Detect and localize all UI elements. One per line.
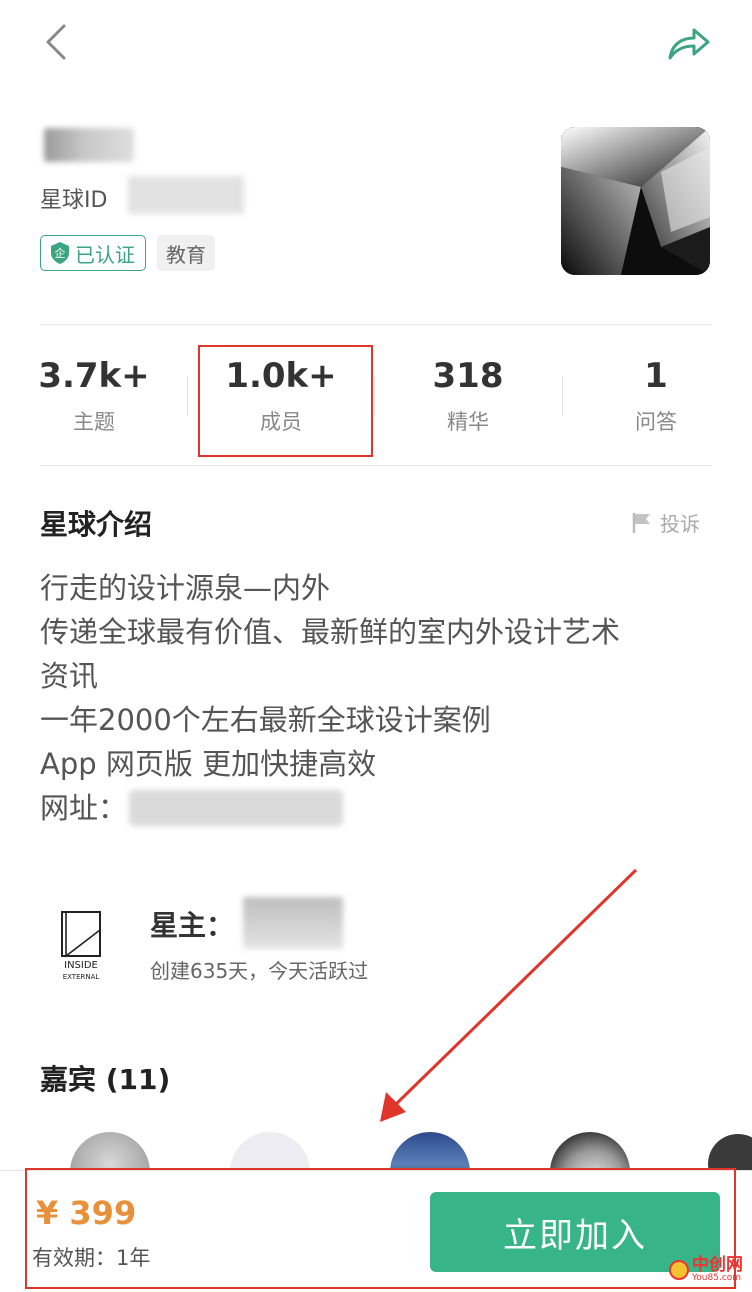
- watermark-subtext: You85.com: [692, 1273, 742, 1283]
- shield-icon: 企: [51, 242, 69, 264]
- intro-line: 传递全球最有价值、最新鲜的室内外设计艺术: [40, 615, 621, 649]
- verified-label: 已认证: [75, 242, 135, 267]
- stat-divider: [562, 376, 563, 416]
- divider: [40, 324, 712, 325]
- planet-name-blurred: [44, 128, 134, 162]
- stat-value: 3.7k+: [38, 356, 150, 396]
- stat-essence[interactable]: 318 精华: [378, 348, 558, 448]
- stat-value: 318: [432, 356, 504, 396]
- stat-divider: [374, 376, 375, 416]
- share-arrow-icon: [668, 28, 710, 60]
- owner-label: 星主：: [150, 909, 235, 942]
- svg-text:企: 企: [55, 246, 66, 260]
- stat-divider: [187, 376, 188, 416]
- verified-badge: 企 已认证: [40, 235, 146, 271]
- watermark-text: 中创网: [692, 1255, 743, 1275]
- back-chevron-icon: [46, 24, 66, 60]
- purchase-annotation-box: [25, 1168, 736, 1289]
- owner-logo-subtext: EXTERNAL: [63, 973, 100, 981]
- watermark-icon: [669, 1260, 689, 1280]
- divider: [40, 465, 712, 466]
- stat-label: 主题: [73, 410, 115, 434]
- intro-text: 行走的设计源泉—内外 传递全球最有价值、最新鲜的室内外设计艺术 资讯 一年200…: [40, 566, 720, 830]
- stat-label: 精华: [447, 410, 489, 434]
- flag-icon: [632, 512, 650, 533]
- category-tag[interactable]: 教育: [157, 235, 215, 271]
- stat-value: 1: [644, 356, 668, 396]
- guests-title: 嘉宾 (11): [40, 1063, 171, 1096]
- intro-line: 行走的设计源泉—内外: [40, 571, 331, 605]
- url-row: 网址：: [40, 786, 720, 830]
- intro-line: 一年2000个左右最新全球设计案例: [40, 703, 491, 737]
- intro-line: App 网页版 更加快捷高效: [40, 747, 377, 781]
- url-blurred: [129, 790, 344, 826]
- planet-cover-image: [561, 127, 710, 275]
- stat-topics[interactable]: 3.7k+ 主题: [4, 348, 184, 448]
- intro-title: 星球介绍: [40, 508, 153, 541]
- members-annotation-box: [198, 345, 373, 457]
- share-button[interactable]: [664, 24, 712, 64]
- url-label: 网址：: [40, 791, 128, 825]
- planet-id-label: 星球ID: [40, 188, 108, 213]
- report-label: 投诉: [660, 512, 700, 536]
- watermark-logo: 中创网 You85.com: [668, 1248, 752, 1292]
- planet-id-blurred: [128, 176, 244, 214]
- intro-line: 资讯: [40, 659, 99, 693]
- owner-logo-text: INSIDE: [64, 960, 98, 971]
- stat-label: 问答: [635, 410, 677, 434]
- owner-meta: 创建635天，今天活跃过: [150, 959, 369, 983]
- back-button[interactable]: [38, 22, 78, 62]
- owner-avatar[interactable]: INSIDE EXTERNAL: [56, 910, 106, 982]
- report-button[interactable]: 投诉: [630, 508, 700, 537]
- owner-name-blurred: [243, 897, 343, 949]
- stat-qa[interactable]: 1 问答: [566, 348, 746, 448]
